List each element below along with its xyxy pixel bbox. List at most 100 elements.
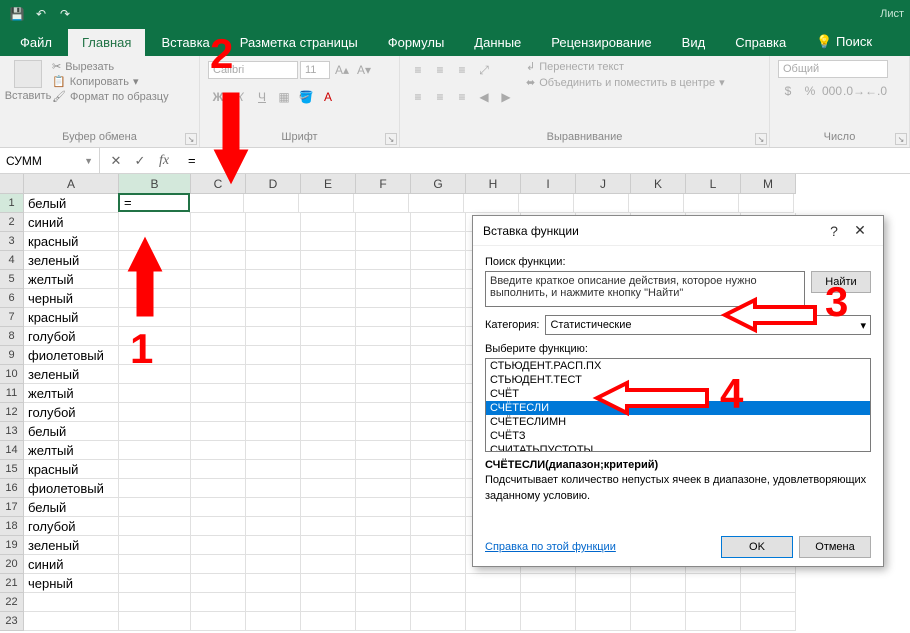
row-header[interactable]: 1 <box>0 194 24 213</box>
cell[interactable] <box>119 441 191 460</box>
column-header[interactable]: I <box>521 174 576 194</box>
accounting-format-icon[interactable]: $ <box>778 81 798 101</box>
cell[interactable]: синий <box>24 213 119 232</box>
cell[interactable] <box>119 422 191 441</box>
cell[interactable] <box>246 384 301 403</box>
column-header[interactable]: H <box>466 174 521 194</box>
function-help-link[interactable]: Справка по этой функции <box>485 541 616 553</box>
paste-button[interactable]: Вставить <box>8 60 48 129</box>
tab-review[interactable]: Рецензирование <box>537 29 665 56</box>
dialog-titlebar[interactable]: Вставка функции ? ✕ <box>473 216 883 246</box>
cell[interactable] <box>191 346 246 365</box>
decrease-font-icon[interactable]: A▾ <box>354 60 374 80</box>
row-header[interactable]: 14 <box>0 441 24 460</box>
cell[interactable] <box>411 251 466 270</box>
cell[interactable] <box>301 289 356 308</box>
cell[interactable] <box>301 365 356 384</box>
cell[interactable]: фиолетовый <box>24 346 119 365</box>
cell[interactable]: желтый <box>24 384 119 403</box>
cell[interactable] <box>191 460 246 479</box>
cell[interactable] <box>301 479 356 498</box>
borders-button[interactable]: ▦ <box>274 87 294 107</box>
fill-color-button[interactable]: 🪣 <box>296 87 316 107</box>
cell[interactable]: белый <box>24 498 119 517</box>
row-header[interactable]: 4 <box>0 251 24 270</box>
cell[interactable] <box>521 612 576 631</box>
cell[interactable]: красный <box>24 232 119 251</box>
cell[interactable] <box>356 308 411 327</box>
align-center-icon[interactable]: ≡ <box>430 87 450 107</box>
cell[interactable] <box>191 365 246 384</box>
cell[interactable] <box>741 612 796 631</box>
cell[interactable] <box>191 612 246 631</box>
cell[interactable] <box>119 251 191 270</box>
cell[interactable] <box>246 593 301 612</box>
cell[interactable] <box>301 384 356 403</box>
cell[interactable] <box>411 498 466 517</box>
align-right-icon[interactable]: ≡ <box>452 87 472 107</box>
cell[interactable] <box>301 270 356 289</box>
font-color-button[interactable]: A <box>318 87 338 107</box>
ok-button[interactable]: OK <box>721 536 793 558</box>
cell[interactable] <box>356 251 411 270</box>
cell[interactable]: фиолетовый <box>24 479 119 498</box>
cell[interactable] <box>246 555 301 574</box>
function-list-item[interactable]: СЧЁТЗ <box>486 429 870 443</box>
cell[interactable] <box>301 517 356 536</box>
cell[interactable] <box>301 422 356 441</box>
cell[interactable] <box>191 308 246 327</box>
align-left-icon[interactable]: ≡ <box>408 87 428 107</box>
cell[interactable] <box>741 593 796 612</box>
find-button[interactable]: Найти <box>811 271 871 293</box>
column-header[interactable]: E <box>301 174 356 194</box>
cell[interactable] <box>246 270 301 289</box>
formula-input[interactable] <box>180 153 910 168</box>
cell[interactable] <box>119 403 191 422</box>
cell[interactable] <box>411 441 466 460</box>
cell[interactable] <box>411 327 466 346</box>
cell[interactable]: желтый <box>24 270 119 289</box>
cell[interactable] <box>301 612 356 631</box>
indent-decrease-icon[interactable]: ◀ <box>474 87 494 107</box>
align-top-icon[interactable]: ≡ <box>408 60 428 80</box>
cell[interactable] <box>356 479 411 498</box>
cell[interactable] <box>354 194 409 213</box>
cell[interactable] <box>411 365 466 384</box>
bold-button[interactable]: Ж <box>208 87 228 107</box>
cell[interactable] <box>191 213 246 232</box>
cell[interactable] <box>356 289 411 308</box>
cell[interactable] <box>411 270 466 289</box>
cell[interactable] <box>119 213 191 232</box>
cell[interactable] <box>246 213 301 232</box>
function-list-item[interactable]: СТЬЮДЕНТ.ТЕСТ <box>486 373 870 387</box>
cell[interactable] <box>301 327 356 346</box>
function-list[interactable]: СТЬЮДЕНТ.РАСП.ПХСТЬЮДЕНТ.ТЕСТСЧЁТСЧЁТЕСЛ… <box>485 358 871 452</box>
cell[interactable] <box>356 574 411 593</box>
row-header[interactable]: 12 <box>0 403 24 422</box>
cell[interactable] <box>246 536 301 555</box>
decrease-decimal-icon[interactable]: ←.0 <box>866 81 886 101</box>
cell[interactable] <box>356 213 411 232</box>
tab-view[interactable]: Вид <box>668 29 720 56</box>
cell[interactable] <box>299 194 354 213</box>
cell[interactable] <box>191 517 246 536</box>
cell[interactable] <box>411 308 466 327</box>
cell[interactable] <box>301 232 356 251</box>
cell[interactable] <box>191 555 246 574</box>
tab-home[interactable]: Главная <box>68 29 145 56</box>
function-list-item[interactable]: СЧЁТЕСЛИ <box>486 401 870 415</box>
cell[interactable] <box>301 593 356 612</box>
cell[interactable] <box>246 346 301 365</box>
cell[interactable] <box>119 270 191 289</box>
column-header[interactable]: J <box>576 174 631 194</box>
cell[interactable] <box>119 289 191 308</box>
cell[interactable] <box>191 498 246 517</box>
indent-increase-icon[interactable]: ▶ <box>496 87 516 107</box>
row-header[interactable]: 23 <box>0 612 24 631</box>
cell[interactable] <box>246 251 301 270</box>
cell[interactable] <box>301 251 356 270</box>
wrap-text-button[interactable]: ↲ Перенести текст <box>526 60 725 73</box>
cell[interactable] <box>191 479 246 498</box>
align-middle-icon[interactable]: ≡ <box>430 60 450 80</box>
cell[interactable] <box>574 194 629 213</box>
